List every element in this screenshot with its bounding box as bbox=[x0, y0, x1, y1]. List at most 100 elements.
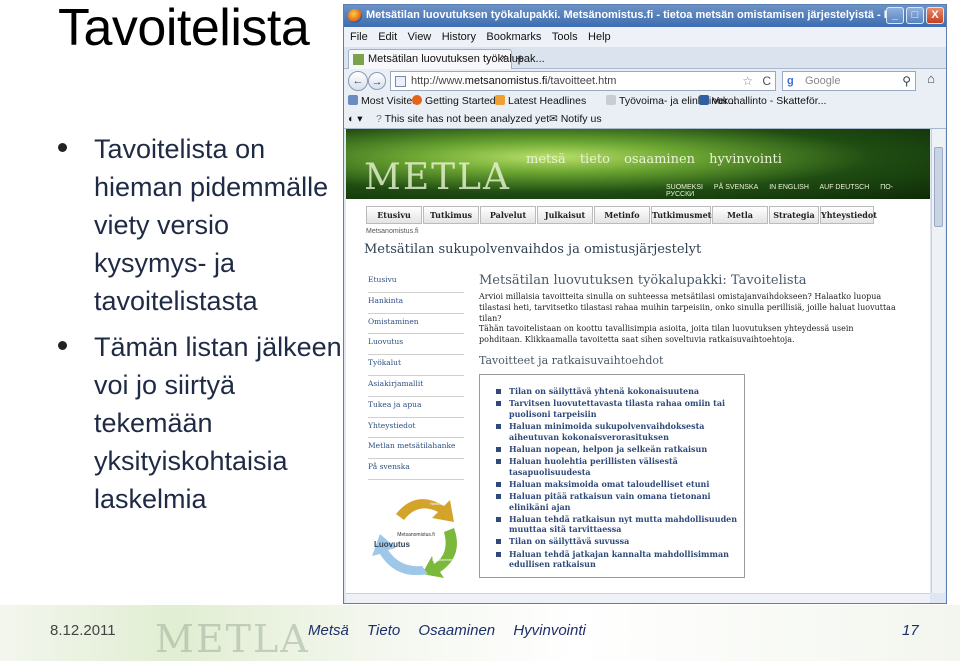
nav-tab[interactable]: Tutkimusmetsät bbox=[651, 206, 725, 224]
search-icon[interactable]: ⚲ bbox=[902, 74, 911, 88]
content-title: Metsätilan luovutuksen työkalupakki: Tav… bbox=[479, 273, 807, 288]
lang-link[interactable]: AUF DEUTSCH bbox=[819, 184, 869, 191]
option-link[interactable]: Haluan minimoida sukupolvenvaihdoksesta … bbox=[494, 421, 744, 442]
url-domain: metsanomistus.fi bbox=[464, 75, 548, 87]
navigation-bar: ← → http://www.metsanomistus.fi/tavoitte… bbox=[344, 69, 946, 93]
bookmark-star-icon[interactable]: ☆ bbox=[742, 74, 753, 88]
nav-tab[interactable]: Strategia bbox=[769, 206, 819, 224]
title-bar[interactable]: Metsätilan luovutuksen työkalupakki. Met… bbox=[344, 5, 946, 27]
bookmark-latest-headlines[interactable]: Latest Headlines bbox=[495, 95, 586, 107]
menu-tools[interactable]: Tools bbox=[552, 31, 578, 43]
window-title: Metsätilan luovutuksen työkalupakki. Met… bbox=[366, 9, 903, 21]
menu-edit[interactable]: Edit bbox=[378, 31, 397, 43]
cycle-logo-icon[interactable]: Metsanomistus.fi Luovutus Hankinta Omist… bbox=[366, 484, 466, 579]
firefox-icon bbox=[412, 95, 422, 105]
slide-title: Tavoitelista bbox=[58, 0, 310, 57]
page-number: 17 bbox=[902, 622, 919, 639]
site-banner: METLA metsä tieto osaaminen hyvinvointi … bbox=[346, 129, 930, 199]
side-nav-item[interactable]: På svenska bbox=[368, 459, 464, 480]
side-nav-item[interactable]: Luovutus bbox=[368, 334, 464, 356]
bullet-item: Tämän listan jälkeen voi jo siirtyä teke… bbox=[56, 328, 346, 518]
option-link[interactable]: Haluan pitää ratkaisun vain omana tieton… bbox=[494, 491, 744, 512]
nav-tab[interactable]: Metinfo bbox=[594, 206, 650, 224]
menu-history[interactable]: History bbox=[442, 31, 476, 43]
bookmark-verohallinto[interactable]: Verohallinto - Skatteför... bbox=[699, 95, 826, 107]
lang-link[interactable]: SUOMEKSI bbox=[666, 184, 703, 191]
footer-date: 8.12.2011 bbox=[50, 622, 116, 639]
minimize-button[interactable]: _ bbox=[886, 7, 904, 24]
site-identity-icon[interactable] bbox=[395, 76, 406, 87]
analysis-status[interactable]: ? This site has not been analyzed yet bbox=[376, 113, 549, 125]
url-input[interactable]: http://www.metsanomistus.fi/tavoitteet.h… bbox=[390, 71, 776, 91]
scroll-thumb[interactable] bbox=[934, 147, 943, 227]
nav-tab[interactable]: Palvelut bbox=[480, 206, 536, 224]
google-icon[interactable]: g bbox=[787, 75, 794, 87]
site-domain: Metsanomistus.fi bbox=[366, 228, 419, 235]
tab-active[interactable]: Metsätilan luovutuksen työkalupak... × bbox=[348, 49, 545, 69]
option-link[interactable]: Haluan tehdä ratkaisun nyt mutta mahdoll… bbox=[494, 514, 744, 535]
wot-icon[interactable]: ◐ ▾ bbox=[348, 113, 363, 125]
option-link[interactable]: Tilan on säilyttävä yhtenä kokonaisuuten… bbox=[494, 386, 744, 397]
lang-link[interactable]: IN ENGLISH bbox=[769, 184, 809, 191]
footer-word: Tieto bbox=[367, 622, 401, 639]
maximize-button[interactable]: □ bbox=[906, 7, 924, 24]
new-tab-button[interactable]: + bbox=[516, 50, 524, 66]
footer-word: Osaaminen bbox=[418, 622, 496, 639]
option-link[interactable]: Haluan nopean, helpon ja selkeän ratkais… bbox=[494, 444, 744, 455]
search-input[interactable]: g Google ⚲ bbox=[782, 71, 916, 91]
option-link[interactable]: Tilan on säilyttävä suvussa bbox=[494, 536, 744, 547]
nav-tab[interactable]: Tutkimus bbox=[423, 206, 479, 224]
logo-main-label: Luovutus bbox=[374, 540, 411, 549]
help-icon: ? bbox=[376, 113, 382, 125]
bullet-text: Tavoitelista on hieman pidemmälle viety … bbox=[94, 134, 329, 316]
notify-button[interactable]: ✉ Notify us bbox=[549, 113, 602, 125]
side-nav: Etusivu Hankinta Omistaminen Luovutus Ty… bbox=[368, 272, 464, 480]
lang-link[interactable]: PÅ SVENSKA bbox=[714, 184, 758, 191]
option-link[interactable]: Haluan maksimoida omat taloudelliset etu… bbox=[494, 479, 744, 490]
footer-word: Metsä bbox=[308, 622, 349, 639]
site-title: Metsätilan sukupolvenvaihdos ja omistusj… bbox=[364, 242, 702, 257]
intro-text-2: Tähän tavoitelistaan on koottu tavallisi… bbox=[479, 324, 854, 344]
nav-tab[interactable]: Yhteystiedot bbox=[820, 206, 877, 224]
nav-tab[interactable]: Etusivu bbox=[366, 206, 422, 224]
bookmark-most-visited[interactable]: Most Visited bbox=[348, 95, 418, 107]
bookmark-getting-started[interactable]: Getting Started bbox=[412, 95, 496, 107]
side-nav-item[interactable]: Asiakirjamallit bbox=[368, 376, 464, 397]
language-links: SUOMEKSI PÅ SVENSKA IN ENGLISH AUF DEUTS… bbox=[666, 184, 930, 198]
option-link[interactable]: Haluan tehdä jatkajan kannalta mahdollis… bbox=[494, 549, 744, 570]
page-viewport[interactable]: METLA metsä tieto osaaminen hyvinvointi … bbox=[346, 129, 930, 593]
home-button[interactable]: ⌂ bbox=[921, 71, 941, 91]
side-nav-item[interactable]: Tukea ja apua bbox=[368, 397, 464, 418]
side-nav-item[interactable]: Työkalut bbox=[368, 355, 464, 376]
back-button[interactable]: ← bbox=[348, 71, 368, 91]
side-nav-item[interactable]: Metlan metsätilahanke bbox=[368, 438, 464, 460]
vertical-scrollbar[interactable] bbox=[931, 129, 945, 593]
page-icon bbox=[606, 95, 616, 105]
forward-button[interactable]: → bbox=[368, 72, 386, 90]
horizontal-scrollbar[interactable] bbox=[346, 593, 930, 603]
slide-footer: 8.12.2011 METLA Metsä Tieto Osaaminen Hy… bbox=[0, 605, 960, 661]
metla-logo[interactable]: METLA bbox=[364, 157, 511, 198]
page-icon bbox=[699, 95, 709, 105]
menu-view[interactable]: View bbox=[408, 31, 432, 43]
logo-top-label: Hankinta bbox=[430, 502, 444, 506]
menu-file[interactable]: File bbox=[350, 31, 368, 43]
side-nav-item[interactable]: Yhteystiedot bbox=[368, 418, 464, 439]
option-link[interactable]: Haluan huolehtia perillisten välisestä t… bbox=[494, 456, 744, 477]
bookmarks-bar: Most Visited Getting Started Latest Head… bbox=[344, 93, 946, 111]
menu-bookmarks[interactable]: Bookmarks bbox=[486, 31, 541, 43]
nav-tab[interactable]: Metla bbox=[712, 206, 768, 224]
side-nav-item[interactable]: Hankinta bbox=[368, 293, 464, 314]
reload-button[interactable]: C bbox=[762, 74, 771, 88]
tab-close-icon[interactable]: × bbox=[501, 52, 507, 64]
menu-help[interactable]: Help bbox=[588, 31, 611, 43]
close-button[interactable]: X bbox=[926, 7, 944, 24]
logo-arrow-top bbox=[396, 499, 454, 522]
nav-tab[interactable]: Julkaisut bbox=[537, 206, 593, 224]
footer-word: Hyvinvointi bbox=[513, 622, 586, 639]
side-nav-item[interactable]: Omistaminen bbox=[368, 314, 464, 335]
side-nav-item[interactable]: Etusivu bbox=[368, 272, 464, 293]
section-title: Tavoitteet ja ratkaisuvaihtoehdot bbox=[479, 354, 664, 367]
option-link[interactable]: Tarvitsen luovutettavasta tilasta rahaa … bbox=[494, 398, 744, 419]
footer-logo: METLA bbox=[155, 617, 310, 661]
